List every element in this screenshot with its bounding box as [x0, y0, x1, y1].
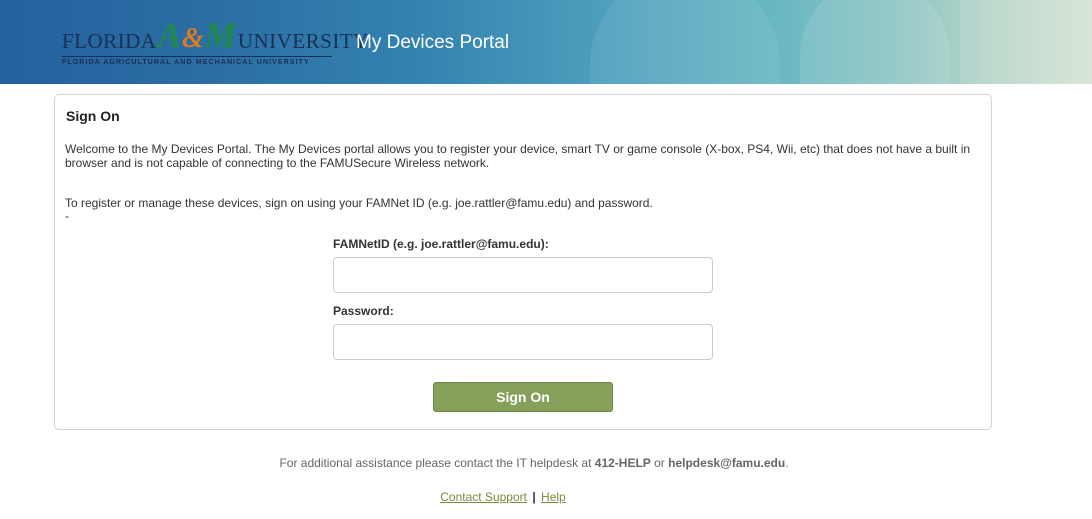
username-label: FAMNetID (e.g. joe.rattler@famu.edu): [333, 237, 549, 251]
header-decoration [960, 0, 1092, 84]
logo-am-monogram: A&M [157, 15, 237, 55]
link-separator: | [532, 490, 536, 504]
portal-title: My Devices Portal [356, 32, 510, 53]
username-input[interactable] [333, 257, 713, 293]
header-decoration [590, 0, 780, 84]
logo-wordmark: FLORIDA A&M UNIVERSITY [62, 17, 369, 54]
password-label: Password: [333, 304, 394, 318]
logo-subtitle: FLORIDA AGRICULTURAL AND MECHANICAL UNIV… [62, 59, 310, 66]
welcome-text: Welcome to the My Devices Portal. The My… [65, 142, 971, 170]
contact-support-link[interactable]: Contact Support [440, 490, 527, 504]
footer-links: Contact Support | Help [0, 490, 1006, 504]
password-input[interactable] [333, 324, 713, 360]
logo-word-florida: FLORIDA [62, 29, 157, 53]
help-link[interactable]: Help [541, 490, 566, 504]
assist-prefix: For additional assistance please contact… [279, 456, 595, 470]
header-decoration [800, 0, 950, 84]
portal-header: FLORIDA A&M UNIVERSITY FLORIDA AGRICULTU… [0, 0, 1092, 84]
helpdesk-phone: 412-HELP [594, 456, 651, 470]
instructions-dash: - [65, 209, 69, 223]
sign-on-button[interactable]: Sign On [433, 382, 613, 412]
sign-on-panel: Sign On Welcome to the My Devices Portal… [54, 94, 992, 430]
assist-suffix: . [785, 456, 789, 470]
logo-word-university: UNIVERSITY [237, 29, 369, 53]
logo-divider [62, 56, 332, 57]
assist-or: or [650, 456, 669, 470]
sign-on-instructions: To register or manage these devices, sig… [65, 196, 653, 210]
helpdesk-email: helpdesk@famu.edu [668, 456, 786, 470]
famu-logo: FLORIDA A&M UNIVERSITY FLORIDA AGRICULTU… [62, 17, 368, 68]
helpdesk-info: For additional assistance please contact… [0, 456, 1068, 470]
panel-title: Sign On [66, 108, 120, 124]
